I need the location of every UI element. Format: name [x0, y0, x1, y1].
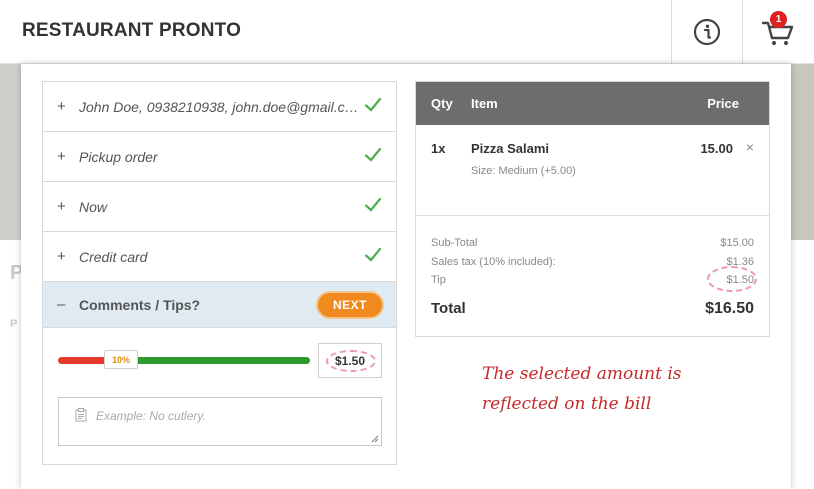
step-comments-tips[interactable]: – Comments / Tips? NEXT [43, 282, 396, 328]
tip-label: Tip [431, 274, 446, 286]
tip-value: $1.50 [726, 274, 754, 286]
subtotal-value: $15.00 [720, 237, 754, 249]
step-contact[interactable]: + John Doe, 0938210938, john.doe@gmail.c… [43, 82, 396, 132]
step-label: Comments / Tips? [79, 296, 201, 313]
qty-header: Qty [431, 96, 453, 111]
order-item: 1x Pizza Salami Size: Medium (+5.00) 15.… [416, 125, 769, 216]
total-value: $16.50 [705, 300, 754, 317]
expand-icon: + [57, 148, 66, 165]
checkmark-icon [364, 97, 382, 112]
cart-count-badge: 1 [770, 11, 787, 28]
subtotal-label: Sub-Total [431, 237, 478, 249]
note-icon [75, 408, 87, 422]
item-qty: 1x [431, 141, 446, 156]
total-row: Total $16.50 [431, 300, 754, 317]
expand-icon: + [57, 98, 66, 115]
background-text: P [10, 318, 18, 330]
annotation-line: The selected amount is [482, 364, 682, 384]
top-header: RESTAURANT PRONTO 1 [0, 0, 814, 64]
comment-textarea[interactable]: Example: No cutlery. [58, 397, 382, 446]
step-time[interactable]: + Now [43, 182, 396, 232]
slider-handle[interactable]: 10% [104, 350, 138, 369]
step-label: Now [79, 198, 108, 215]
tip-row: Tip $1.50 [431, 266, 757, 292]
step-label: Credit card [79, 248, 148, 265]
item-header: Item [471, 96, 498, 111]
subtotal-row: Sub-Total $15.00 [431, 237, 754, 249]
step-label: John Doe, 0938210938, john.doe@gmail.com [79, 98, 359, 115]
tip-amount-box: $1.50 [318, 343, 382, 378]
step-payment[interactable]: + Credit card [43, 232, 396, 282]
tip-amount: $1.50 [334, 353, 366, 368]
tax-label: Sales tax (10% included): [431, 256, 556, 268]
checkout-steps: + John Doe, 0938210938, john.doe@gmail.c… [42, 81, 397, 465]
collapse-icon: – [57, 296, 66, 313]
info-circle-icon [693, 18, 721, 46]
order-header: Qty Item Price [416, 82, 769, 125]
price-header: Price [707, 96, 739, 111]
item-price: 15.00 [700, 141, 733, 156]
checkmark-icon [364, 147, 382, 162]
cart-button[interactable]: 1 [742, 0, 813, 64]
total-label: Total [431, 300, 466, 317]
item-name: Pizza Salami [471, 141, 550, 156]
remove-item-icon[interactable]: × [746, 139, 754, 155]
slider-track [121, 357, 310, 364]
step-label: Pickup order [79, 148, 158, 165]
tip-slider[interactable]: 10% [58, 350, 310, 369]
annotation-line: reflected on the bill [482, 394, 652, 414]
comment-placeholder: Example: No cutlery. [96, 409, 206, 423]
checkout-modal: + John Doe, 0938210938, john.doe@gmail.c… [21, 64, 791, 489]
resize-handle-icon[interactable] [370, 434, 379, 443]
step-order-type[interactable]: + Pickup order [43, 132, 396, 182]
next-button[interactable]: NEXT [318, 293, 382, 317]
info-button[interactable] [671, 0, 742, 64]
checkmark-icon [364, 197, 382, 212]
order-summary: Qty Item Price 1x Pizza Salami Size: Med… [415, 81, 770, 337]
item-size: Size: Medium (+5.00) [471, 165, 576, 177]
checkmark-icon [364, 247, 382, 262]
annotation-note: The selected amount is reflected on the … [482, 359, 702, 419]
expand-icon: + [57, 248, 66, 265]
tax-row: Sales tax (10% included): $1.36 [431, 256, 754, 268]
app-title: RESTAURANT PRONTO [22, 20, 242, 41]
expand-icon: + [57, 198, 66, 215]
